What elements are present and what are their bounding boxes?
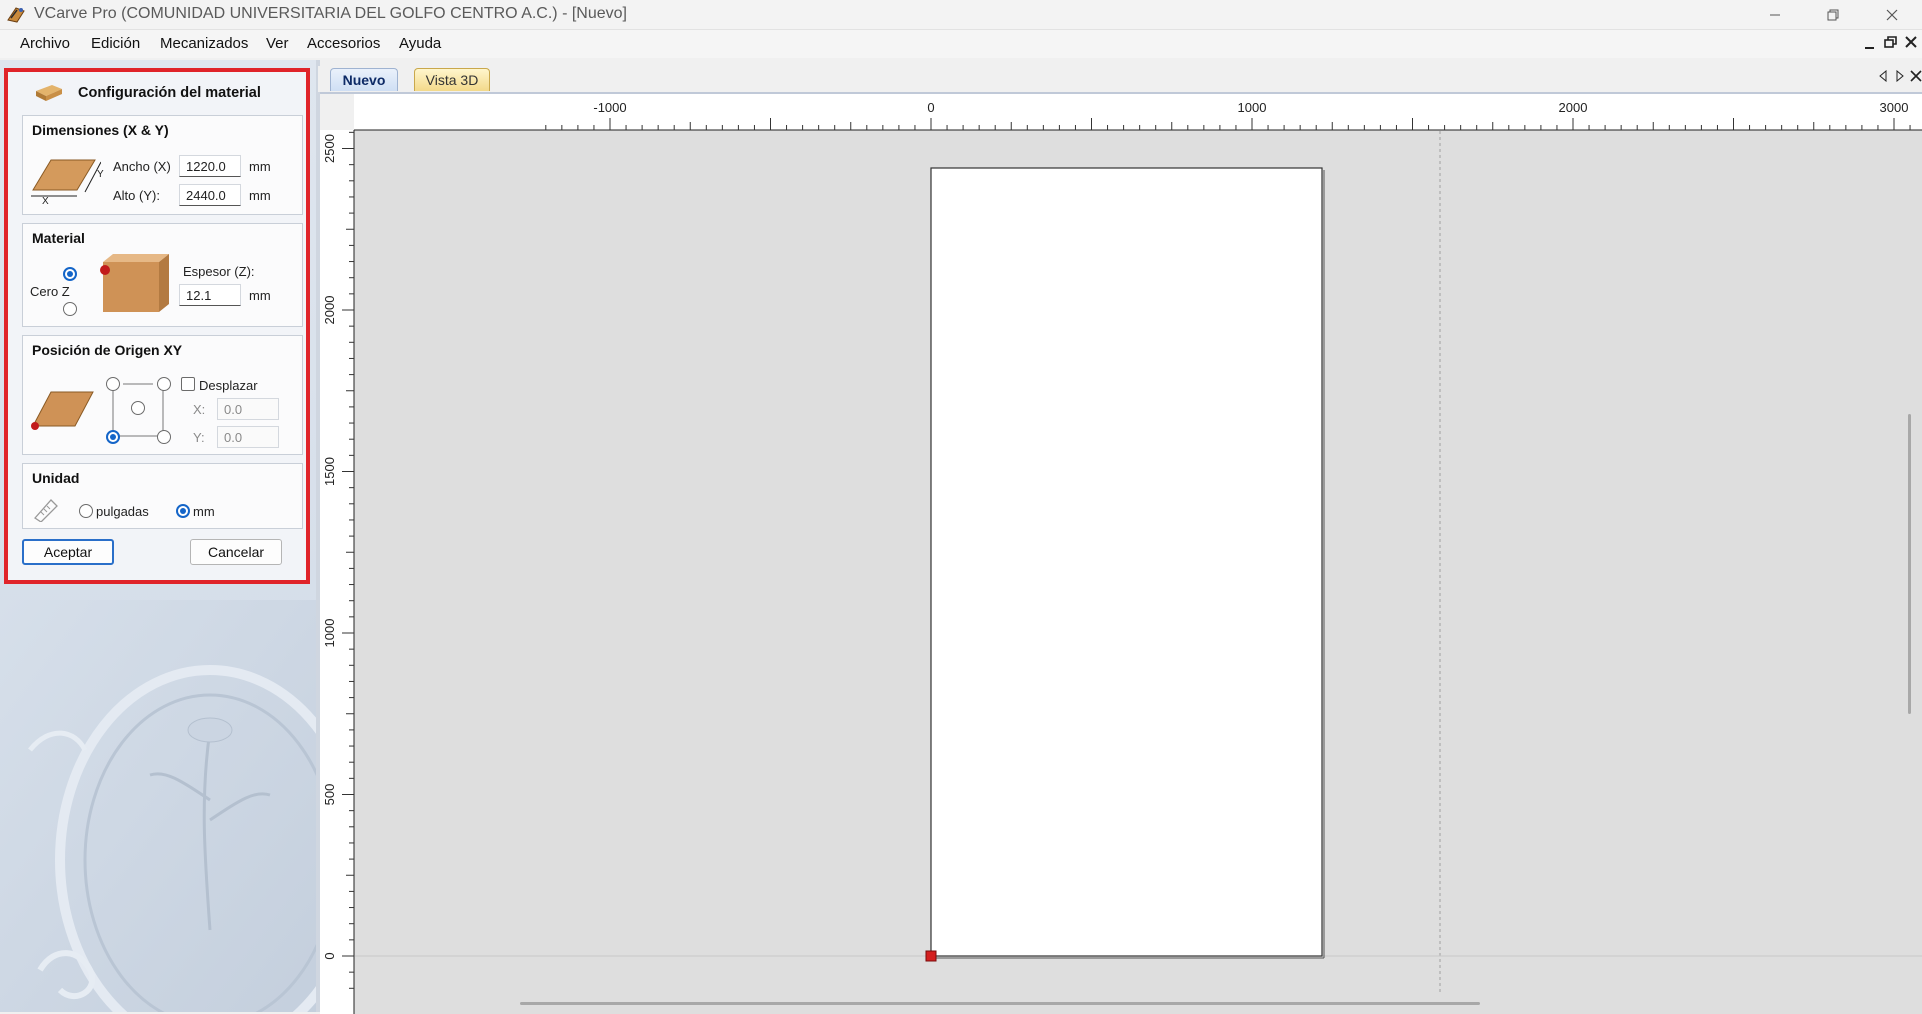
thickness-unit: mm: [249, 288, 271, 303]
title-bar: VCarve Pro (COMUNIDAD UNIVERSITARIA DEL …: [0, 0, 1922, 30]
h-ruler-label: 3000: [1880, 100, 1909, 115]
inches-label: pulgadas: [96, 504, 149, 519]
drawing-view[interactable]: -1000 0 1000 2000 3000 2500 2000 1500 1000 500 0: [320, 92, 1922, 1014]
v-ruler-label: 1500: [322, 457, 337, 486]
left-panel: Configuración del material Dimensiones (…: [0, 60, 316, 1012]
menu-mecanizados[interactable]: Mecanizados: [160, 35, 248, 52]
thickness-input[interactable]: [179, 284, 241, 306]
width-label: Ancho (X): [113, 159, 171, 174]
v-ruler-label: 500: [322, 784, 337, 806]
dimensions-heading: Dimensiones (X & Y): [32, 122, 169, 138]
v-ruler-label: 2000: [322, 296, 337, 325]
offset-x-label: X:: [193, 402, 206, 417]
mm-radio[interactable]: [176, 504, 190, 518]
close-button[interactable]: [1864, 0, 1920, 29]
restore-icon: [1827, 9, 1839, 20]
cancel-button[interactable]: Cancelar: [190, 539, 282, 565]
offset-label: Desplazar: [199, 378, 258, 393]
zero-z-label: Cero Z: [30, 284, 70, 299]
thickness-label: Espesor (Z):: [183, 264, 255, 279]
material-block-icon: [36, 85, 62, 101]
offset-y-label: Y:: [193, 430, 205, 445]
material-sheet[interactable]: [930, 167, 1323, 957]
vertical-ruler: [320, 94, 354, 1014]
menu-accesorios[interactable]: Accesorios: [307, 35, 380, 52]
offset-checkbox[interactable]: [181, 377, 195, 391]
origin-bottom-right-radio[interactable]: [157, 430, 171, 444]
h-ruler-label: -1000: [593, 100, 626, 115]
offset-y-input[interactable]: [217, 426, 279, 448]
material-setup-dialog: Configuración del material Dimensiones (…: [4, 68, 310, 584]
x-axis-label: X: [42, 196, 49, 207]
height-input[interactable]: [179, 184, 241, 206]
close-icon: [1886, 9, 1898, 20]
vcarve-logo-icon: [7, 7, 25, 23]
inches-radio[interactable]: [79, 504, 93, 518]
origin-top-left-radio[interactable]: [106, 377, 120, 391]
window-title: VCarve Pro (COMUNIDAD UNIVERSITARIA DEL …: [34, 5, 627, 22]
menu-bar: Archivo Edición Mecanizados Ver Accesori…: [0, 30, 1922, 58]
menu-ver[interactable]: Ver: [266, 35, 289, 52]
vertical-scrollbar[interactable]: [1908, 414, 1911, 714]
origin-center-radio[interactable]: [131, 401, 145, 415]
menu-edicion[interactable]: Edición: [91, 35, 140, 52]
horizontal-ruler: [320, 94, 1922, 130]
zero-bottom-radio[interactable]: [63, 302, 77, 316]
mdi-minimize-icon[interactable]: [1864, 38, 1876, 50]
drawing-canvas[interactable]: -1000 0 1000 2000 3000 2500 2000 1500 1000 500 0: [320, 94, 1922, 1014]
h-ruler-label: 0: [927, 100, 934, 115]
v-ruler-label: 1000: [322, 619, 337, 648]
document-tabs: Nuevo Vista 3D: [318, 66, 1922, 92]
mdi-close-icon[interactable]: [1905, 36, 1917, 48]
minimize-icon: [1770, 14, 1780, 15]
tab-left-icon[interactable]: [1878, 70, 1888, 82]
menu-archivo[interactable]: Archivo: [20, 35, 70, 52]
tab-close-icon[interactable]: [1910, 70, 1922, 82]
tab-right-icon[interactable]: [1895, 70, 1905, 82]
height-unit: mm: [249, 188, 271, 203]
ruler-icon: [34, 499, 58, 522]
menu-ayuda[interactable]: Ayuda: [399, 35, 441, 52]
xy-origin-heading: Posición de Origen XY: [32, 342, 183, 358]
tab-nuevo[interactable]: Nuevo: [330, 68, 398, 91]
offset-x-input[interactable]: [217, 398, 279, 420]
width-input[interactable]: [179, 155, 241, 177]
xy-origin-section: Posición de Origen XY Desplazar X: Y:: [22, 335, 303, 455]
y-axis-label: Y: [97, 169, 104, 180]
h-ruler-label: 1000: [1238, 100, 1267, 115]
height-label: Alto (Y):: [113, 188, 160, 203]
mdi-restore-icon[interactable]: [1884, 36, 1897, 49]
zero-top-radio[interactable]: [63, 267, 77, 281]
origin-sheet-icon: [31, 391, 94, 430]
material-heading: Material: [32, 230, 85, 246]
ruler-corner: [320, 94, 354, 130]
mm-label: mm: [193, 504, 215, 519]
units-heading: Unidad: [32, 470, 80, 486]
sheet-dimensions-icon: [31, 159, 101, 197]
dialog-title: Configuración del material: [78, 85, 261, 101]
origin-marker: [925, 950, 937, 962]
v-ruler-label: 0: [322, 952, 337, 959]
material-section: Material Cero Z Espesor (Z): mm: [22, 223, 303, 327]
width-unit: mm: [249, 159, 271, 174]
v-ruler-label: 2500: [322, 134, 337, 163]
minimize-button[interactable]: [1747, 0, 1803, 29]
material-thickness-icon: [100, 254, 169, 312]
dimensions-section: Dimensiones (X & Y) X Y Ancho (X) mm Alt…: [22, 115, 303, 215]
h-ruler-label: 2000: [1559, 100, 1588, 115]
origin-top-right-radio[interactable]: [157, 377, 171, 391]
units-section: Unidad pulgadas mm: [22, 463, 303, 529]
origin-bottom-left-radio[interactable]: [106, 430, 120, 444]
restore-button[interactable]: [1805, 0, 1861, 29]
accept-button[interactable]: Aceptar: [22, 539, 114, 565]
carving-decoration-icon: [0, 600, 316, 1012]
tab-vista-3d[interactable]: Vista 3D: [414, 68, 490, 91]
horizontal-scrollbar[interactable]: [520, 1002, 1480, 1005]
